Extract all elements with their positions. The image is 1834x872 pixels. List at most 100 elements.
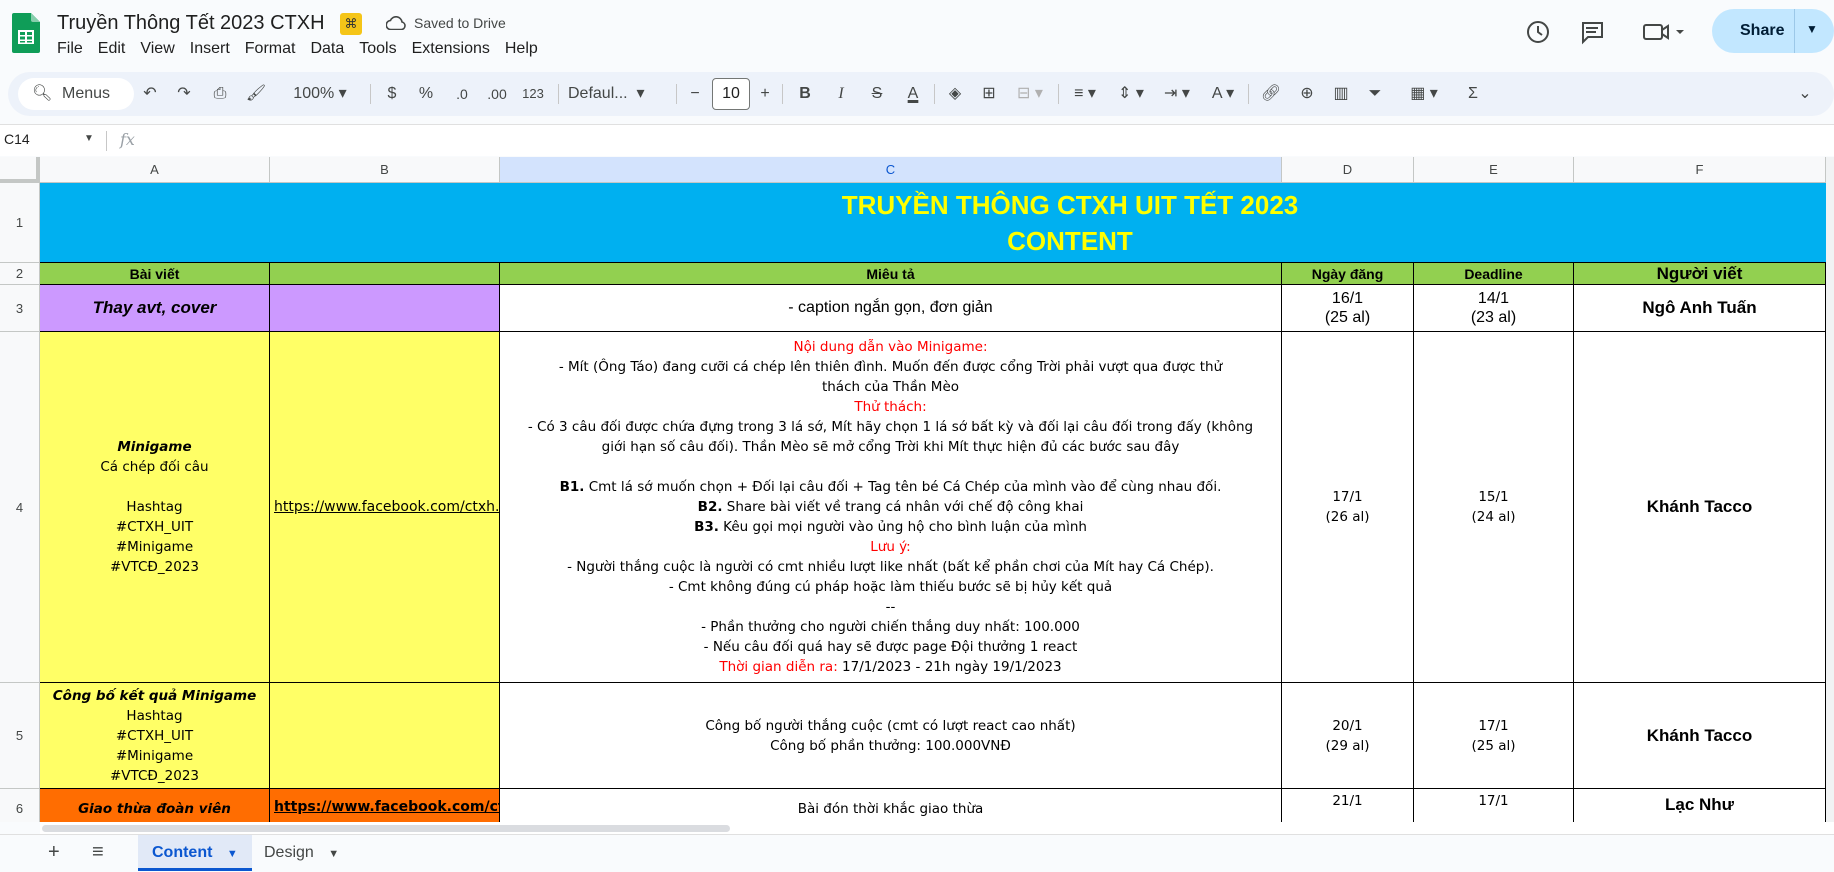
print-icon[interactable]: ⎙ bbox=[206, 72, 234, 116]
increase-decimal-button[interactable]: .00 bbox=[482, 72, 512, 116]
menu-extensions[interactable]: Extensions bbox=[412, 40, 499, 58]
menu-insert[interactable]: Insert bbox=[190, 40, 239, 58]
percent-button[interactable]: % bbox=[414, 72, 438, 116]
font-size-decrease-button[interactable]: − bbox=[684, 72, 706, 116]
menu-tools[interactable]: Tools bbox=[359, 40, 405, 58]
column-header-e[interactable]: E bbox=[1414, 157, 1574, 183]
undo-icon[interactable]: ↶ bbox=[136, 72, 164, 116]
font-select[interactable]: Defaul... ▾ bbox=[568, 72, 670, 116]
vertical-scrollbar[interactable] bbox=[1826, 157, 1834, 822]
collapse-toolbar-icon[interactable]: ⌄ bbox=[1792, 72, 1818, 116]
menu-file[interactable]: File bbox=[57, 40, 92, 58]
meet-icon[interactable] bbox=[1640, 18, 1686, 46]
menu-help[interactable]: Help bbox=[505, 40, 547, 58]
vertical-align-icon[interactable]: ⇕ ▾ bbox=[1112, 72, 1150, 116]
cell-d4[interactable]: 17/1 (26 al) bbox=[1282, 332, 1414, 683]
borders-icon[interactable]: ⊞ bbox=[976, 72, 1002, 116]
add-sheet-icon[interactable]: + bbox=[48, 841, 60, 864]
sheet-tab-dropdown-icon[interactable]: ▼ bbox=[227, 848, 238, 860]
save-status[interactable]: Saved to Drive bbox=[386, 15, 506, 31]
sheet-tab-dropdown-icon[interactable]: ▼ bbox=[328, 848, 339, 860]
column-header-b[interactable]: B bbox=[270, 157, 500, 183]
text-wrap-icon[interactable]: ⇥ ▾ bbox=[1158, 72, 1196, 116]
filter-icon[interactable]: ⏷ bbox=[1362, 72, 1388, 116]
apps-script-icon[interactable]: ⌘ bbox=[340, 13, 362, 35]
share-button[interactable]: Share ▼ bbox=[1712, 9, 1834, 53]
cell-c4[interactable]: Nội dung dẫn vào Minigame: - Mít (Ông Tá… bbox=[500, 332, 1282, 683]
document-title[interactable]: Truyền Thông Tết 2023 CTXH bbox=[57, 12, 325, 35]
fill-color-icon[interactable]: ◈ bbox=[942, 72, 968, 116]
header-cell-e[interactable]: Deadline bbox=[1414, 263, 1574, 285]
font-size-input[interactable]: 10 bbox=[712, 78, 750, 110]
column-header-c[interactable]: C bbox=[500, 157, 1282, 183]
cell-c5[interactable]: Công bố người thắng cuộc (cmt có lượt re… bbox=[500, 683, 1282, 789]
cell-f4[interactable]: Khánh Tacco bbox=[1574, 332, 1826, 683]
row-header-3[interactable]: 3 bbox=[0, 285, 40, 332]
cell-a3[interactable]: Thay avt, cover bbox=[40, 285, 270, 332]
menu-view[interactable]: View bbox=[140, 40, 183, 58]
all-sheets-icon[interactable]: ≡ bbox=[92, 841, 104, 864]
italic-button[interactable]: I bbox=[828, 72, 854, 116]
column-header-f[interactable]: F bbox=[1574, 157, 1826, 183]
history-icon[interactable] bbox=[1524, 18, 1552, 46]
header-cell-a[interactable]: Bài viết bbox=[40, 263, 270, 285]
column-header-d[interactable]: D bbox=[1282, 157, 1414, 183]
cell-c3[interactable]: - caption ngắn gọn, đơn giản bbox=[500, 285, 1282, 332]
share-dropdown-icon[interactable]: ▼ bbox=[1806, 22, 1818, 36]
header-cell-c[interactable]: Miêu tả bbox=[500, 263, 1282, 285]
strikethrough-button[interactable]: S bbox=[864, 72, 890, 116]
cell-f3[interactable]: Ngô Anh Tuấn bbox=[1574, 285, 1826, 332]
bold-button[interactable]: B bbox=[792, 72, 818, 116]
number-format-button[interactable]: 123 bbox=[518, 72, 548, 116]
cell-d6[interactable]: 21/1 bbox=[1282, 789, 1414, 822]
redo-icon[interactable]: ↷ bbox=[170, 72, 198, 116]
text-color-button[interactable]: A bbox=[900, 72, 926, 116]
header-cell-d[interactable]: Ngày đăng bbox=[1282, 263, 1414, 285]
decrease-decimal-button[interactable]: .0 bbox=[448, 72, 476, 116]
cell-c6[interactable]: Bài đón thời khắc giao thừa bbox=[500, 789, 1282, 822]
merge-cells-icon[interactable]: ⊟ ▾ bbox=[1010, 72, 1050, 116]
name-box[interactable]: C14 bbox=[4, 131, 30, 147]
sheets-logo-icon[interactable] bbox=[12, 13, 40, 53]
cell-b3[interactable] bbox=[270, 285, 500, 332]
cell-e5[interactable]: 17/1 (25 al) bbox=[1414, 683, 1574, 789]
currency-button[interactable]: $ bbox=[380, 72, 404, 116]
banner-cell[interactable]: TRUYỀN THÔNG CTXH UIT TẾT 2023 CONTENT bbox=[40, 183, 1834, 263]
row-header-2[interactable]: 2 bbox=[0, 263, 40, 285]
cell-a4[interactable]: Minigame Cá chép đối câu Hashtag #CTXH_U… bbox=[40, 332, 270, 683]
insert-link-icon[interactable]: 🔗︎ bbox=[1258, 72, 1284, 116]
cell-e3[interactable]: 14/1 (23 al) bbox=[1414, 285, 1574, 332]
cell-b6-link[interactable]: https://www.facebook.com/ctxh bbox=[270, 789, 500, 822]
paint-format-icon[interactable]: 🖌︎ bbox=[242, 72, 270, 116]
cell-b5[interactable] bbox=[270, 683, 500, 789]
cell-a6[interactable]: Giao thừa đoàn viên bbox=[40, 789, 270, 822]
cell-d3[interactable]: 16/1 (25 al) bbox=[1282, 285, 1414, 332]
cell-f5[interactable]: Khánh Tacco bbox=[1574, 683, 1826, 789]
row-header-4[interactable]: 4 bbox=[0, 332, 40, 683]
sheet-tab-design[interactable]: Design ▼ bbox=[250, 835, 353, 871]
filter-views-icon[interactable]: ▦ ▾ bbox=[1404, 72, 1444, 116]
functions-button[interactable]: Σ bbox=[1460, 72, 1486, 116]
menu-data[interactable]: Data bbox=[310, 40, 353, 58]
sheet-tab-content[interactable]: Content ▼ bbox=[138, 835, 252, 871]
horizontal-scroll-thumb[interactable] bbox=[42, 825, 730, 832]
row-header-1[interactable]: 1 bbox=[0, 183, 40, 263]
insert-chart-icon[interactable]: ▥ bbox=[1328, 72, 1354, 116]
menu-edit[interactable]: Edit bbox=[98, 40, 135, 58]
menus-search-input[interactable]: 🔍︎ Menus bbox=[18, 78, 134, 110]
cell-e6[interactable]: 17/1 bbox=[1414, 789, 1574, 822]
header-cell-f[interactable]: Người viết bbox=[1574, 263, 1826, 285]
text-rotation-icon[interactable]: A ▾ bbox=[1204, 72, 1242, 116]
name-box-dropdown-icon[interactable]: ▼ bbox=[84, 133, 94, 144]
formula-input[interactable] bbox=[150, 131, 1830, 151]
cell-f6[interactable]: Lạc Như bbox=[1574, 789, 1826, 822]
insert-comment-icon[interactable]: ⊕ bbox=[1294, 72, 1320, 116]
select-all-corner[interactable] bbox=[0, 157, 40, 183]
zoom-select[interactable]: 100% ▾ bbox=[280, 72, 360, 116]
row-header-5[interactable]: 5 bbox=[0, 683, 40, 789]
cell-d5[interactable]: 20/1 (29 al) bbox=[1282, 683, 1414, 789]
horizontal-align-icon[interactable]: ≡ ▾ bbox=[1066, 72, 1104, 116]
cell-b4-link[interactable]: https://www.facebook.com/ctxh.uit bbox=[270, 332, 500, 683]
menu-format[interactable]: Format bbox=[245, 40, 305, 58]
font-size-increase-button[interactable]: + bbox=[754, 72, 776, 116]
